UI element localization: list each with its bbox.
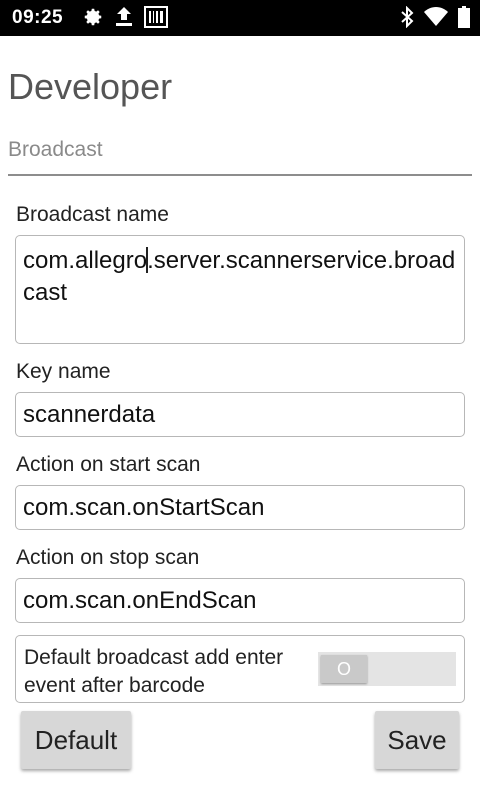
section-title: Broadcast bbox=[8, 138, 103, 161]
status-left-icons bbox=[82, 6, 168, 28]
start-scan-label: Action on start scan bbox=[16, 453, 201, 476]
barcode-icon bbox=[144, 6, 168, 28]
key-name-input[interactable]: scannerdata bbox=[15, 392, 465, 437]
enter-event-toggle-label: Default broadcast add enter event after … bbox=[24, 646, 284, 697]
status-right-icons bbox=[400, 6, 470, 28]
broadcast-name-input[interactable]: com.allegro.server.scannerservice.broadc… bbox=[15, 235, 465, 344]
status-bar: 09:25 bbox=[0, 0, 480, 36]
enter-event-toggle-row: Default broadcast add enter event after … bbox=[15, 635, 465, 703]
broadcast-name-text-before-cursor: com.allegro bbox=[23, 247, 148, 274]
broadcast-name-label: Broadcast name bbox=[16, 203, 169, 226]
settings-icon bbox=[82, 6, 104, 28]
stop-scan-input[interactable]: com.scan.onEndScan bbox=[15, 578, 465, 623]
page-title: Developer bbox=[8, 66, 173, 107]
stop-scan-label: Action on stop scan bbox=[16, 546, 200, 569]
enter-event-switch[interactable]: O bbox=[318, 652, 456, 686]
status-time: 09:25 bbox=[12, 7, 64, 28]
save-button[interactable]: Save bbox=[375, 711, 459, 769]
switch-thumb: O bbox=[321, 655, 367, 683]
start-scan-input[interactable]: com.scan.onStartScan bbox=[15, 485, 465, 530]
wifi-icon bbox=[424, 6, 448, 28]
bluetooth-icon bbox=[400, 6, 414, 28]
battery-icon bbox=[458, 6, 470, 28]
key-name-label: Key name bbox=[16, 360, 111, 383]
section-divider bbox=[8, 174, 472, 176]
upload-icon bbox=[114, 6, 134, 28]
default-button[interactable]: Default bbox=[21, 711, 131, 769]
